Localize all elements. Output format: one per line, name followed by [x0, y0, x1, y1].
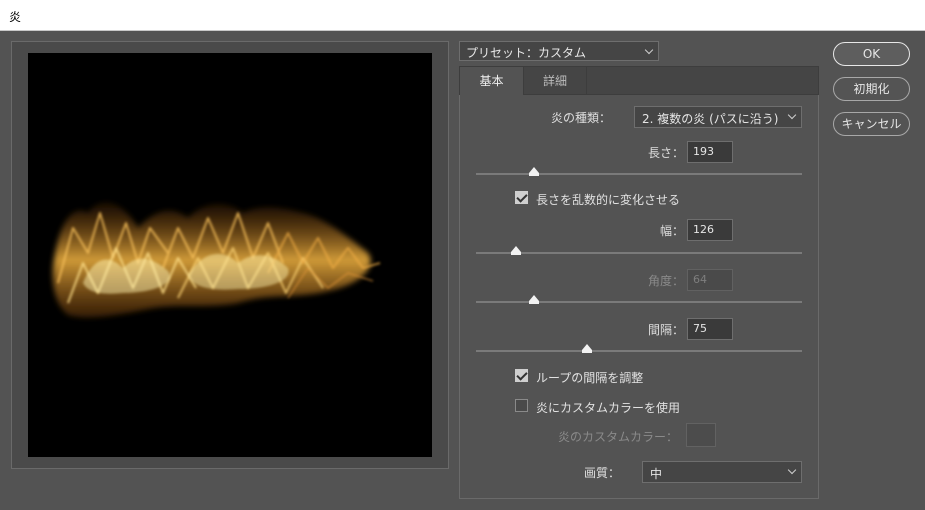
ok-button[interactable]: OK — [833, 42, 910, 66]
tab-bar: 基本 詳細 — [459, 66, 819, 96]
tab-basic[interactable]: 基本 — [460, 67, 524, 96]
flame-preview-image — [52, 202, 381, 318]
width-value: 126 — [693, 223, 714, 236]
tab-advanced-label: 詳細 — [542, 74, 567, 88]
width-input[interactable]: 126 — [687, 219, 733, 241]
basic-tab-content: 炎の種類： 2. 複数の炎 (パスに沿う) 長さ： 193 長さを乱数的に変化さ… — [459, 95, 819, 499]
width-slider[interactable] — [476, 246, 802, 255]
adjust-loop-checkbox[interactable] — [515, 369, 528, 382]
flame-type-value: 2. 複数の炎 (パスに沿う) — [642, 112, 779, 126]
adjust-loop-label: ループの間隔を調整 — [536, 371, 644, 385]
custom-color-enable-label: 炎にカスタムカラーを使用 — [536, 401, 681, 415]
randomize-length-checkbox[interactable] — [515, 191, 528, 204]
angle-slider — [476, 295, 802, 304]
settings-panel: 基本 詳細 炎の種類： 2. 複数の炎 (パスに沿う) 長さ： 193 長さを乱… — [459, 66, 819, 499]
interval-slider[interactable] — [476, 344, 802, 353]
preset-dropdown[interactable]: プリセット：カスタム — [459, 41, 659, 61]
chevron-down-icon — [787, 465, 797, 475]
quality-value: 中 — [650, 467, 663, 481]
randomize-length-label: 長さを乱数的に変化させる — [536, 193, 681, 207]
angle-slider-thumb — [529, 295, 539, 304]
interval-slider-thumb[interactable] — [582, 344, 592, 353]
quality-select[interactable]: 中 — [642, 461, 802, 483]
flame-type-select[interactable]: 2. 複数の炎 (パスに沿う) — [634, 106, 802, 128]
length-slider[interactable] — [476, 167, 802, 176]
preview-canvas — [28, 53, 432, 457]
interval-label: 間隔： — [647, 323, 684, 337]
custom-color-swatch — [686, 423, 716, 447]
preview-frame — [11, 41, 449, 469]
width-slider-thumb[interactable] — [511, 246, 521, 255]
tab-basic-label: 基本 — [479, 74, 504, 88]
interval-input[interactable]: 75 — [687, 318, 733, 340]
width-label: 幅： — [659, 224, 684, 238]
interval-value: 75 — [693, 322, 707, 335]
preset-label: プリセット：カスタム — [466, 46, 587, 60]
quality-label: 画質： — [583, 466, 620, 480]
length-value: 193 — [693, 145, 714, 158]
angle-value: 64 — [693, 273, 707, 286]
window-title: 炎 — [9, 10, 22, 24]
custom-color-label: 炎のカスタムカラー： — [557, 430, 678, 444]
chevron-down-icon — [644, 45, 654, 55]
length-input[interactable]: 193 — [687, 141, 733, 163]
angle-input: 64 — [687, 269, 733, 291]
reset-button[interactable]: 初期化 — [833, 77, 910, 101]
chevron-down-icon — [787, 110, 797, 120]
title-bar: 炎 — [0, 0, 925, 31]
custom-color-checkbox[interactable] — [515, 399, 528, 412]
length-slider-thumb[interactable] — [529, 167, 539, 176]
angle-label: 角度： — [647, 274, 684, 288]
tab-advanced[interactable]: 詳細 — [524, 67, 587, 96]
length-label: 長さ： — [647, 146, 684, 160]
cancel-button[interactable]: キャンセル — [833, 112, 910, 136]
flame-dialog: プリセット：カスタム 基本 詳細 炎の種類： 2. 複数の炎 (パスに沿う) 長… — [0, 31, 925, 510]
flame-type-label: 炎の種類： — [550, 111, 611, 125]
